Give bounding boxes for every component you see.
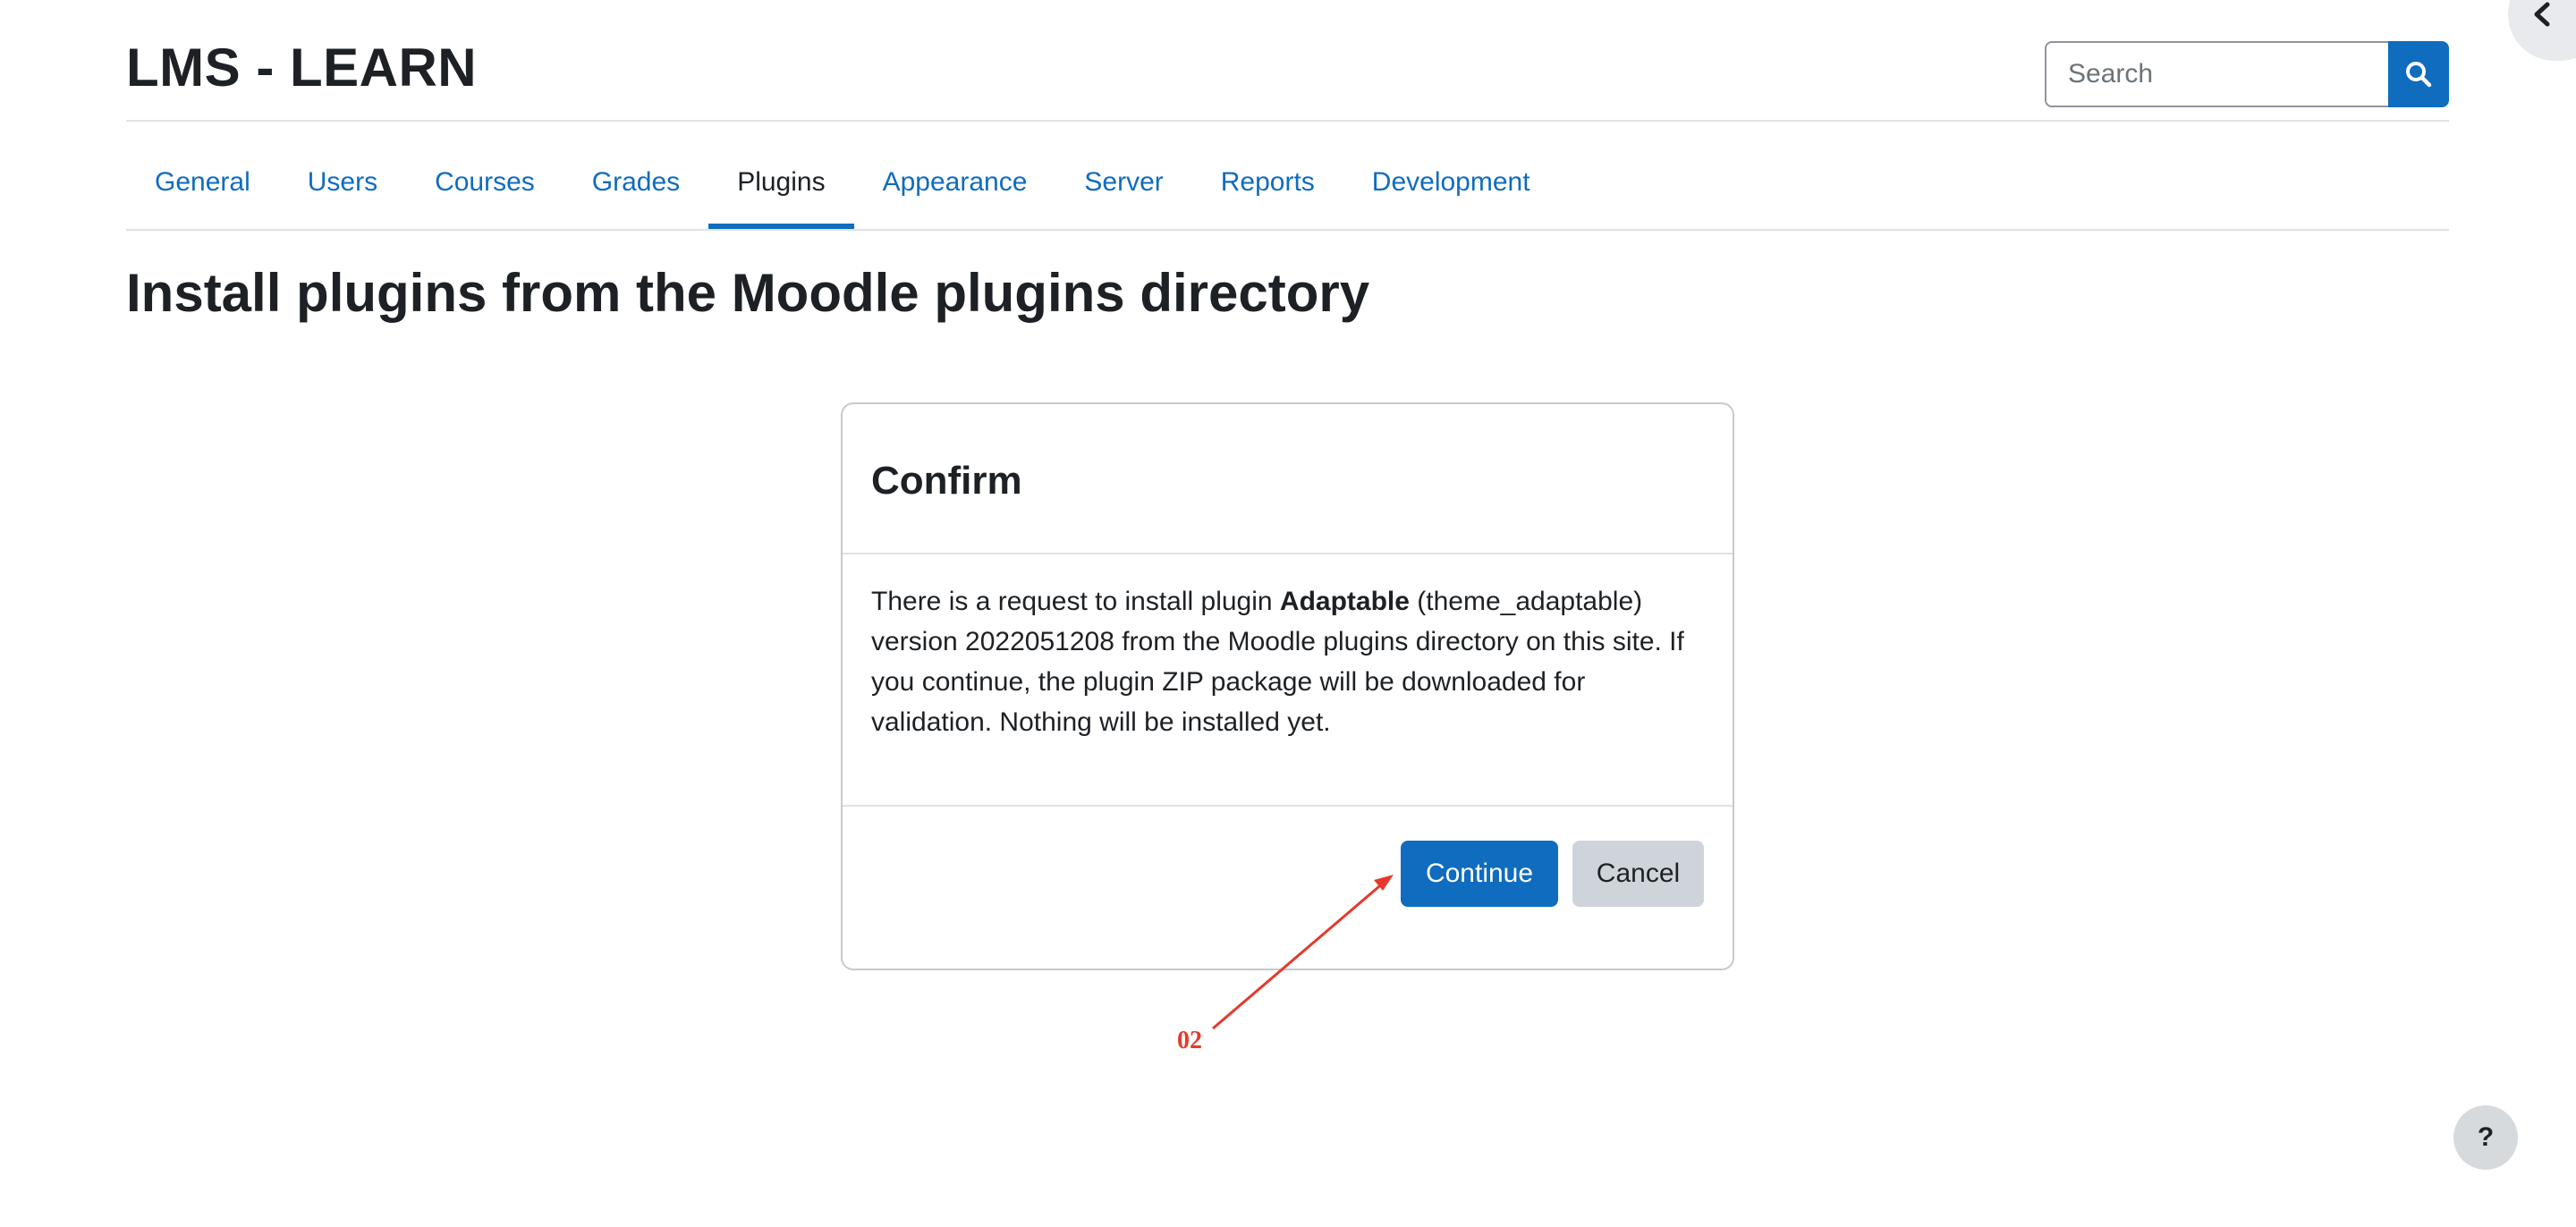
page-title: Install plugins from the Moodle plugins … [126,263,1370,323]
confirm-dialog-footer: Continue Cancel [843,807,1733,969]
confirm-message-prefix: There is a request to install plugin [871,587,1280,616]
tab-development[interactable]: Development [1343,136,1559,229]
tab-reports[interactable]: Reports [1192,136,1343,229]
confirm-message: There is a request to install plugin Ada… [871,581,1704,742]
question-icon: ? [2477,1122,2495,1152]
drawer-toggle-button[interactable] [2508,0,2576,61]
search-form [2045,41,2449,107]
chevron-left-icon [2534,2,2550,27]
tab-server[interactable]: Server [1055,136,1191,229]
site-name: LMS - LEARN [126,38,478,97]
tab-plugins[interactable]: Plugins [708,136,854,229]
search-input[interactable] [2045,41,2388,107]
continue-button[interactable]: Continue [1401,841,1558,907]
tab-users[interactable]: Users [279,136,406,229]
confirm-dialog: Confirm There is a request to install pl… [841,402,1734,970]
header-divider [126,120,2449,122]
help-button[interactable]: ? [2453,1105,2518,1170]
tab-appearance[interactable]: Appearance [854,136,1056,229]
search-icon [2406,62,2432,88]
plugin-name: Adaptable [1279,587,1410,616]
annotation-label: 02 [1177,1027,1202,1054]
nav-divider [126,229,2449,231]
cancel-button[interactable]: Cancel [1572,841,1704,907]
confirm-dialog-header: Confirm [843,404,1733,554]
confirm-dialog-body: There is a request to install plugin Ada… [843,554,1733,807]
admin-nav-tabs: General Users Courses Grades Plugins App… [126,136,1559,229]
search-button[interactable] [2388,41,2449,107]
tab-courses[interactable]: Courses [406,136,564,229]
tab-grades[interactable]: Grades [564,136,708,229]
tab-general[interactable]: General [126,136,279,229]
confirm-dialog-title: Confirm [871,459,1022,503]
